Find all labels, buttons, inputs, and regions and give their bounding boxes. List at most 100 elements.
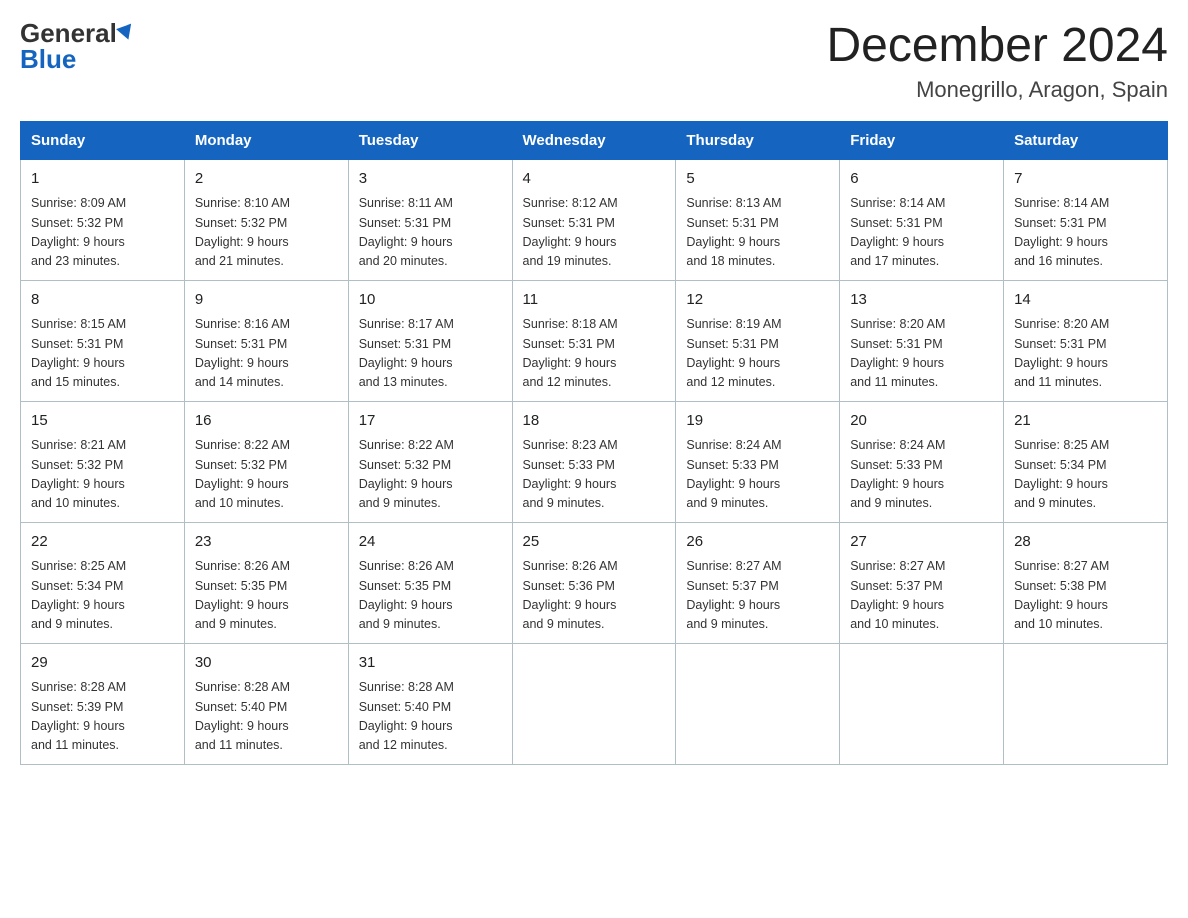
daylight-minutes: and 18 minutes. — [686, 254, 775, 268]
header-day-tuesday: Tuesday — [348, 121, 512, 159]
sunset-label: Sunset: 5:40 PM — [195, 700, 287, 714]
daylight-minutes: and 12 minutes. — [686, 375, 775, 389]
day-info: Sunrise: 8:20 AM Sunset: 5:31 PM Dayligh… — [850, 315, 993, 393]
day-info: Sunrise: 8:27 AM Sunset: 5:38 PM Dayligh… — [1014, 557, 1157, 635]
daylight-minutes: and 9 minutes. — [359, 617, 441, 631]
day-number: 17 — [359, 410, 502, 433]
daylight-label: Daylight: 9 hours — [850, 598, 944, 612]
calendar-subtitle: Monegrillo, Aragon, Spain — [826, 77, 1168, 103]
sunrise-label: Sunrise: 8:14 AM — [850, 196, 945, 210]
day-number: 30 — [195, 652, 338, 675]
daylight-label: Daylight: 9 hours — [523, 235, 617, 249]
sunrise-label: Sunrise: 8:10 AM — [195, 196, 290, 210]
logo: General Blue — [20, 20, 134, 72]
sunset-label: Sunset: 5:37 PM — [850, 579, 942, 593]
sunset-label: Sunset: 5:31 PM — [523, 337, 615, 351]
day-info: Sunrise: 8:18 AM Sunset: 5:31 PM Dayligh… — [523, 315, 666, 393]
day-number: 5 — [686, 168, 829, 191]
daylight-minutes: and 9 minutes. — [686, 617, 768, 631]
header-day-sunday: Sunday — [21, 121, 185, 159]
daylight-minutes: and 10 minutes. — [1014, 617, 1103, 631]
daylight-label: Daylight: 9 hours — [31, 235, 125, 249]
sunrise-label: Sunrise: 8:14 AM — [1014, 196, 1109, 210]
day-info: Sunrise: 8:28 AM Sunset: 5:40 PM Dayligh… — [359, 678, 502, 756]
day-info: Sunrise: 8:26 AM Sunset: 5:36 PM Dayligh… — [523, 557, 666, 635]
daylight-label: Daylight: 9 hours — [1014, 598, 1108, 612]
daylight-label: Daylight: 9 hours — [1014, 235, 1108, 249]
sunset-label: Sunset: 5:32 PM — [195, 458, 287, 472]
daylight-label: Daylight: 9 hours — [359, 356, 453, 370]
day-info: Sunrise: 8:19 AM Sunset: 5:31 PM Dayligh… — [686, 315, 829, 393]
daylight-minutes: and 10 minutes. — [31, 496, 120, 510]
sunrise-label: Sunrise: 8:18 AM — [523, 317, 618, 331]
calendar-cell: 11 Sunrise: 8:18 AM Sunset: 5:31 PM Dayl… — [512, 280, 676, 401]
calendar-cell: 31 Sunrise: 8:28 AM Sunset: 5:40 PM Dayl… — [348, 643, 512, 764]
sunrise-label: Sunrise: 8:23 AM — [523, 438, 618, 452]
day-number: 28 — [1014, 531, 1157, 554]
calendar-cell: 2 Sunrise: 8:10 AM Sunset: 5:32 PM Dayli… — [184, 159, 348, 280]
sunset-label: Sunset: 5:33 PM — [523, 458, 615, 472]
calendar-cell: 22 Sunrise: 8:25 AM Sunset: 5:34 PM Dayl… — [21, 522, 185, 643]
daylight-minutes: and 9 minutes. — [195, 617, 277, 631]
sunrise-label: Sunrise: 8:25 AM — [31, 559, 126, 573]
daylight-minutes: and 9 minutes. — [523, 617, 605, 631]
daylight-label: Daylight: 9 hours — [359, 235, 453, 249]
calendar-cell: 10 Sunrise: 8:17 AM Sunset: 5:31 PM Dayl… — [348, 280, 512, 401]
sunset-label: Sunset: 5:32 PM — [195, 216, 287, 230]
daylight-minutes: and 9 minutes. — [359, 496, 441, 510]
sunset-label: Sunset: 5:31 PM — [1014, 337, 1106, 351]
day-number: 8 — [31, 289, 174, 312]
day-info: Sunrise: 8:15 AM Sunset: 5:31 PM Dayligh… — [31, 315, 174, 393]
daylight-label: Daylight: 9 hours — [195, 356, 289, 370]
daylight-minutes: and 11 minutes. — [850, 375, 938, 389]
calendar-cell — [840, 643, 1004, 764]
calendar-cell: 3 Sunrise: 8:11 AM Sunset: 5:31 PM Dayli… — [348, 159, 512, 280]
daylight-minutes: and 14 minutes. — [195, 375, 284, 389]
calendar-cell: 27 Sunrise: 8:27 AM Sunset: 5:37 PM Dayl… — [840, 522, 1004, 643]
calendar-cell: 21 Sunrise: 8:25 AM Sunset: 5:34 PM Dayl… — [1004, 401, 1168, 522]
day-info: Sunrise: 8:16 AM Sunset: 5:31 PM Dayligh… — [195, 315, 338, 393]
day-number: 21 — [1014, 410, 1157, 433]
daylight-label: Daylight: 9 hours — [359, 477, 453, 491]
daylight-minutes: and 23 minutes. — [31, 254, 120, 268]
calendar-cell: 20 Sunrise: 8:24 AM Sunset: 5:33 PM Dayl… — [840, 401, 1004, 522]
sunset-label: Sunset: 5:36 PM — [523, 579, 615, 593]
day-info: Sunrise: 8:24 AM Sunset: 5:33 PM Dayligh… — [850, 436, 993, 514]
daylight-label: Daylight: 9 hours — [686, 356, 780, 370]
page-header: General Blue December 2024 Monegrillo, A… — [20, 20, 1168, 103]
daylight-label: Daylight: 9 hours — [31, 598, 125, 612]
header-day-thursday: Thursday — [676, 121, 840, 159]
day-number: 19 — [686, 410, 829, 433]
calendar-cell: 23 Sunrise: 8:26 AM Sunset: 5:35 PM Dayl… — [184, 522, 348, 643]
sunrise-label: Sunrise: 8:22 AM — [359, 438, 454, 452]
week-row-1: 1 Sunrise: 8:09 AM Sunset: 5:32 PM Dayli… — [21, 159, 1168, 280]
sunset-label: Sunset: 5:32 PM — [359, 458, 451, 472]
daylight-label: Daylight: 9 hours — [523, 477, 617, 491]
calendar-cell: 6 Sunrise: 8:14 AM Sunset: 5:31 PM Dayli… — [840, 159, 1004, 280]
daylight-minutes: and 9 minutes. — [523, 496, 605, 510]
day-number: 6 — [850, 168, 993, 191]
calendar-cell: 16 Sunrise: 8:22 AM Sunset: 5:32 PM Dayl… — [184, 401, 348, 522]
day-number: 23 — [195, 531, 338, 554]
daylight-label: Daylight: 9 hours — [31, 356, 125, 370]
daylight-label: Daylight: 9 hours — [1014, 477, 1108, 491]
sunset-label: Sunset: 5:37 PM — [686, 579, 778, 593]
day-number: 16 — [195, 410, 338, 433]
calendar-cell: 7 Sunrise: 8:14 AM Sunset: 5:31 PM Dayli… — [1004, 159, 1168, 280]
day-number: 2 — [195, 168, 338, 191]
daylight-label: Daylight: 9 hours — [523, 356, 617, 370]
day-info: Sunrise: 8:25 AM Sunset: 5:34 PM Dayligh… — [1014, 436, 1157, 514]
day-info: Sunrise: 8:25 AM Sunset: 5:34 PM Dayligh… — [31, 557, 174, 635]
daylight-minutes: and 9 minutes. — [850, 496, 932, 510]
calendar-cell: 28 Sunrise: 8:27 AM Sunset: 5:38 PM Dayl… — [1004, 522, 1168, 643]
week-row-3: 15 Sunrise: 8:21 AM Sunset: 5:32 PM Dayl… — [21, 401, 1168, 522]
calendar-table: SundayMondayTuesdayWednesdayThursdayFrid… — [20, 121, 1168, 765]
day-number: 25 — [523, 531, 666, 554]
sunset-label: Sunset: 5:31 PM — [850, 337, 942, 351]
calendar-cell: 26 Sunrise: 8:27 AM Sunset: 5:37 PM Dayl… — [676, 522, 840, 643]
day-info: Sunrise: 8:22 AM Sunset: 5:32 PM Dayligh… — [195, 436, 338, 514]
day-info: Sunrise: 8:14 AM Sunset: 5:31 PM Dayligh… — [850, 194, 993, 272]
calendar-cell: 4 Sunrise: 8:12 AM Sunset: 5:31 PM Dayli… — [512, 159, 676, 280]
sunrise-label: Sunrise: 8:20 AM — [1014, 317, 1109, 331]
sunrise-label: Sunrise: 8:26 AM — [523, 559, 618, 573]
